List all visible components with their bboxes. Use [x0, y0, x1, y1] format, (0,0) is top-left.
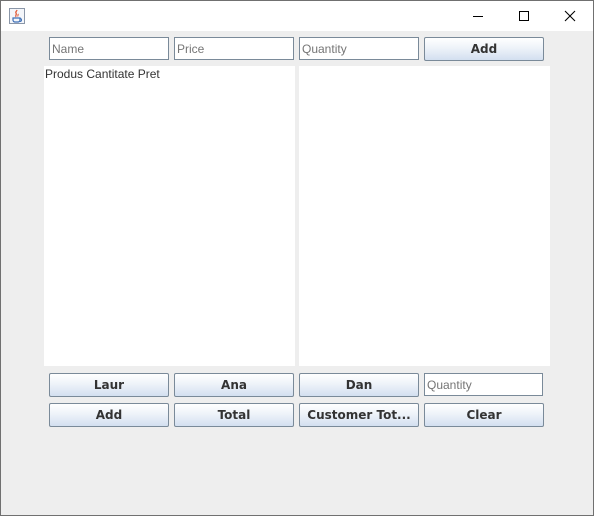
clear-button[interactable]: Clear [424, 403, 544, 427]
minimize-button[interactable] [455, 1, 501, 31]
name-input[interactable] [49, 37, 169, 60]
products-list-panel[interactable]: Produs Cantitate Pret [44, 66, 295, 366]
add-to-order-button[interactable]: Add [49, 403, 169, 427]
customer-laur-button[interactable]: Laur [49, 373, 169, 397]
products-list-text: Produs Cantitate Pret [45, 67, 160, 81]
total-button[interactable]: Total [174, 403, 294, 427]
customer-ana-button[interactable]: Ana [174, 373, 294, 397]
content-area: Add Produs Cantitate Pret Laur Ana Dan A… [1, 31, 593, 515]
order-list-panel[interactable] [299, 66, 550, 366]
add-product-button[interactable]: Add [424, 37, 544, 61]
customer-total-button[interactable]: Customer Tot... [299, 403, 419, 427]
order-quantity-input[interactable] [424, 373, 543, 396]
title-bar [1, 1, 593, 31]
maximize-icon [519, 11, 529, 21]
close-button[interactable] [547, 1, 593, 31]
price-input[interactable] [174, 37, 294, 60]
quantity-input[interactable] [299, 37, 419, 60]
app-window: Add Produs Cantitate Pret Laur Ana Dan A… [0, 0, 594, 516]
minimize-icon [473, 16, 483, 17]
customer-dan-button[interactable]: Dan [299, 373, 419, 397]
java-coffee-icon [9, 8, 25, 24]
close-icon [564, 10, 576, 22]
maximize-button[interactable] [501, 1, 547, 31]
